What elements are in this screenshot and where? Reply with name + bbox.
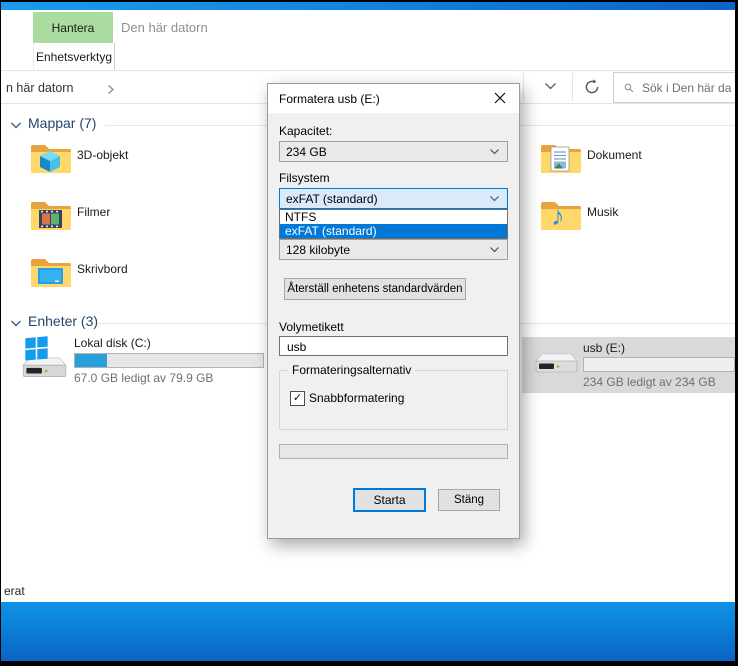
- usb-drive-icon: [530, 347, 580, 389]
- volume-input-wrap: [279, 336, 508, 356]
- file-tile-filmer[interactable]: Filmer: [29, 195, 259, 245]
- drive-usage-bar: [74, 353, 264, 368]
- breadcrumb-chevron-right-icon[interactable]: [107, 84, 115, 95]
- group-header-folders[interactable]: Mappar (7): [28, 115, 96, 131]
- tab-enhetsverktyg[interactable]: Enhetsverktyg: [33, 43, 115, 70]
- volume-label: Volymetikett: [279, 320, 344, 334]
- format-options-group: Formateringsalternativ ✓ Snabbformaterin…: [279, 370, 508, 430]
- group-header-devices[interactable]: Enheter (3): [28, 313, 98, 329]
- quick-format-label[interactable]: Snabbformatering: [309, 391, 404, 405]
- restore-defaults-button[interactable]: Återställ enhetens standardvärden: [284, 278, 466, 300]
- collapse-chevron-icon[interactable]: [10, 319, 22, 328]
- toolbar-separator: [572, 73, 573, 101]
- tool-tab-label: Enhetsverktyg: [36, 50, 112, 64]
- file-tile-skrivbord[interactable]: Skrivbord: [29, 252, 259, 302]
- dropdown-option-exfat[interactable]: exFAT (standard): [280, 224, 507, 238]
- allocation-combobox[interactable]: 128 kilobyte: [279, 239, 508, 260]
- volume-input[interactable]: [285, 339, 499, 355]
- tile-label: Musik: [587, 205, 618, 219]
- contextual-tab-label: Hantera: [52, 21, 95, 35]
- drive-label: usb (E:): [583, 341, 625, 355]
- search-icon: [624, 81, 634, 95]
- filesystem-dropdown-list: NTFS exFAT (standard): [279, 209, 508, 239]
- contextual-tab-hantera[interactable]: Hantera: [33, 12, 113, 43]
- filesystem-value: exFAT (standard): [280, 192, 489, 206]
- dialog-titlebar[interactable]: Formatera usb (E:): [268, 84, 519, 113]
- capacity-combobox[interactable]: 234 GB: [279, 141, 508, 162]
- start-button[interactable]: Starta: [353, 488, 426, 512]
- drive-usage-bar: [583, 357, 735, 372]
- filesystem-combobox[interactable]: exFAT (standard): [279, 188, 508, 209]
- tile-label: Skrivbord: [77, 262, 128, 276]
- drive-label: Lokal disk (C:): [74, 336, 151, 350]
- dropdown-option-ntfs[interactable]: NTFS: [280, 210, 507, 224]
- screenshot-root: Hantera Enhetsverktyg Den här datorn n h…: [0, 0, 738, 666]
- collapse-chevron-icon[interactable]: [10, 121, 22, 130]
- close-button-label: Stäng: [454, 494, 484, 506]
- quick-format-checkbox[interactable]: ✓: [290, 391, 305, 406]
- file-tile-musik[interactable]: ♪ Musik: [539, 195, 735, 245]
- refresh-icon[interactable]: [583, 78, 601, 96]
- windows-logo-icon: [25, 336, 47, 360]
- chevron-down-icon: [489, 246, 500, 254]
- window-title: Den här datorn: [121, 20, 208, 35]
- format-options-legend: Formateringsalternativ: [288, 363, 415, 377]
- start-button-label: Starta: [373, 493, 405, 507]
- window-titlebar-strip: [1, 2, 735, 10]
- file-tile-dokument[interactable]: Dokument: [539, 138, 735, 188]
- drive-usage-fill: [75, 354, 107, 367]
- drive-tile-usb[interactable]: usb (E:) 234 GB ledigt av 234 GB: [522, 337, 735, 393]
- close-icon[interactable]: [484, 87, 516, 109]
- tile-label: Dokument: [587, 148, 642, 162]
- dialog-title: Formatera usb (E:): [279, 92, 380, 106]
- capacity-value: 234 GB: [280, 145, 489, 159]
- ribbon-divider: [1, 70, 735, 71]
- statusbar-text: erat: [4, 584, 25, 598]
- format-progress-bar: [279, 444, 508, 459]
- format-dialog: Formatera usb (E:) Kapacitet: 234 GB Fil…: [267, 83, 520, 539]
- local-disk-icon: [17, 334, 69, 384]
- drive-free-space: 67.0 GB ledigt av 79.9 GB: [74, 371, 213, 385]
- desktop-wallpaper: [1, 602, 735, 661]
- chevron-down-icon: [489, 195, 500, 203]
- drive-free-space: 234 GB ledigt av 234 GB: [583, 375, 716, 389]
- folder-documents-icon: [539, 138, 583, 178]
- restore-defaults-label: Återställ enhetens standardvärden: [287, 283, 462, 295]
- filesystem-label: Filsystem: [279, 171, 330, 185]
- search-input[interactable]: [640, 80, 735, 96]
- drive-tile-c[interactable]: Lokal disk (C:) 67.0 GB ledigt av 79.9 G…: [17, 334, 267, 394]
- tile-label: 3D-objekt: [77, 148, 128, 162]
- breadcrumb[interactable]: n här datorn: [6, 81, 73, 95]
- file-tile-3d-objekt[interactable]: 3D-objekt: [29, 138, 259, 188]
- tile-label: Filmer: [77, 205, 110, 219]
- close-button[interactable]: Stäng: [438, 489, 500, 511]
- folder-videos-icon: [29, 195, 73, 235]
- folder-desktop-icon: [29, 252, 73, 292]
- folder-3d-objects-icon: [29, 138, 73, 178]
- search-box[interactable]: [613, 72, 735, 103]
- allocation-value: 128 kilobyte: [280, 243, 489, 257]
- capacity-label: Kapacitet:: [279, 124, 332, 138]
- chevron-down-icon: [489, 148, 500, 156]
- music-note-icon: ♪: [551, 203, 565, 230]
- address-dropdown-chevron-icon[interactable]: [544, 82, 557, 91]
- toolbar-separator: [523, 73, 524, 101]
